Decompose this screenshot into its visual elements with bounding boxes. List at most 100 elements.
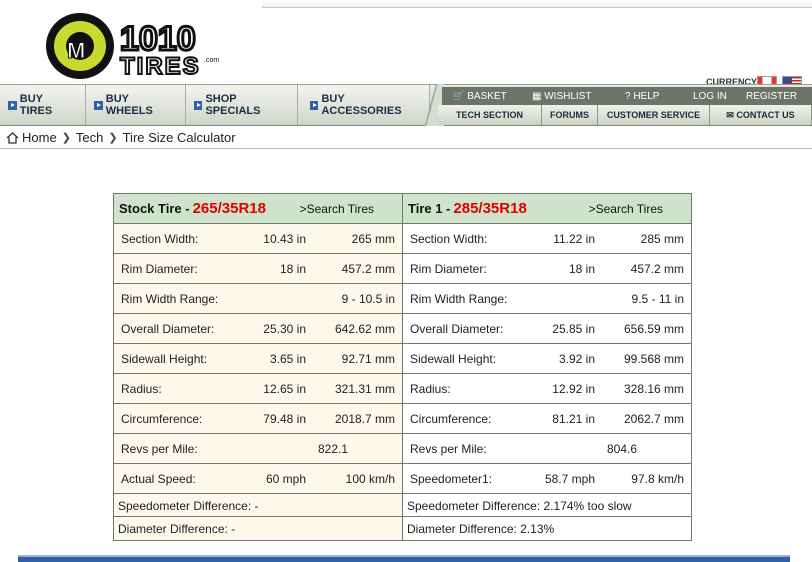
chevron-right-icon: ❯	[61, 132, 71, 144]
row-value-metric: 656.59 mm	[623, 322, 684, 336]
nav-main-buttons: BUY TIRES BUY WHEELS SHOP SPECIALS BUY A…	[0, 85, 430, 125]
table-row: Revs per Mile: 822.1	[114, 434, 402, 464]
row-label: Speedometer1:	[410, 472, 493, 486]
basket-label: BASKET	[467, 90, 507, 102]
row-label: Sidewall Height:	[410, 352, 497, 366]
row-value-metric: 265 mm	[351, 232, 395, 246]
row-value-imperial: 10.43 in	[263, 232, 306, 246]
buy-accessories-label: BUY ACCESSORIES	[321, 93, 402, 117]
home-icon[interactable]	[6, 131, 19, 144]
row-value: 804.6	[606, 442, 638, 456]
buy-tires-label: BUY TIRES	[19, 93, 53, 117]
row-label: Circumference:	[410, 412, 492, 426]
table-row: Speedometer Difference: 2.174% too slow	[403, 494, 691, 517]
tire1-column: Tire 1 - 285/35R18 >Search Tires Section…	[403, 194, 691, 540]
row-label: Overall Diameter:	[121, 322, 215, 336]
tech-section-button[interactable]: TECH SECTION	[438, 105, 542, 125]
row-value-imperial: 25.85 in	[552, 322, 595, 336]
table-row: Speedometer1: 58.7 mph 97.8 km/h	[403, 464, 691, 494]
wishlist-label: WISHLIST	[544, 90, 592, 102]
stock-tire-title: Stock Tire -	[119, 201, 190, 216]
register-link[interactable]: REGISTER	[746, 91, 797, 102]
arrow-icon	[194, 100, 203, 110]
login-link[interactable]: LOG IN	[693, 91, 727, 102]
buy-tires-button[interactable]: BUY TIRES	[0, 85, 86, 125]
breadcrumb-tech[interactable]: Tech	[76, 130, 103, 145]
mail-icon: ✉	[726, 109, 734, 120]
row-value-metric: 328.16 mm	[623, 382, 684, 396]
tire1-header: Tire 1 - 285/35R18 >Search Tires	[403, 194, 691, 224]
row-label: Radius:	[121, 382, 162, 396]
row-value-metric: 285 mm	[640, 232, 684, 246]
table-row: Radius: 12.65 in 321.31 mm	[114, 374, 402, 404]
row-value-imperial: 18 in	[279, 262, 306, 276]
row-value-metric: 97.8 km/h	[631, 472, 684, 486]
contact-us-label: CONTACT US	[736, 110, 795, 120]
basket-link[interactable]: 🛒 BASKET	[452, 91, 507, 102]
row-value-metric: 2018.7 mm	[334, 412, 395, 426]
row-label: Section Width:	[410, 232, 488, 246]
wishlist-link[interactable]: ▦ WISHLIST	[532, 91, 591, 102]
mx-tire-logo-icon[interactable]: M 1010 TIRES .com	[42, 6, 232, 82]
table-row: Rim Width Range: 9.5 - 11 in	[403, 284, 691, 314]
row-label: Rim Diameter:	[121, 262, 198, 276]
row-label: Sidewall Height:	[121, 352, 208, 366]
row-value-metric: 642.62 mm	[334, 322, 395, 336]
forums-button[interactable]: FORUMS	[542, 105, 598, 125]
row-value-imperial: 11.22 in	[553, 232, 595, 246]
help-link[interactable]: ? HELP	[625, 91, 659, 102]
stock-search-tires-link[interactable]: >Search Tires	[300, 202, 374, 216]
table-row: Overall Diameter: 25.85 in 656.59 mm	[403, 314, 691, 344]
row-value-metric: 457.2 mm	[341, 262, 395, 276]
table-row: Section Width: 11.22 in 285 mm	[403, 224, 691, 254]
logo-domain: .com	[204, 57, 219, 64]
speedometer-difference: Speedometer Difference: 2.174% too slow	[407, 499, 632, 513]
table-row: Actual Speed: 60 mph 100 km/h	[114, 464, 402, 494]
tire1-size: 285/35R18	[453, 200, 527, 217]
breadcrumb-current: Tire Size Calculator	[122, 130, 236, 145]
header-top-line	[262, 0, 812, 8]
table-row: Circumference: 79.48 in 2018.7 mm	[114, 404, 402, 434]
row-label: Circumference:	[121, 412, 203, 426]
row-value: 822.1	[317, 442, 349, 456]
breadcrumb-home[interactable]: Home	[22, 130, 57, 145]
basket-icon: 🛒	[452, 90, 465, 102]
row-value-metric: 92.71 mm	[341, 352, 395, 366]
buy-accessories-button[interactable]: BUY ACCESSORIES	[298, 85, 430, 125]
tire1-search-tires-link[interactable]: >Search Tires	[589, 202, 663, 216]
row-value-imperial: 25.30 in	[263, 322, 306, 336]
buy-wheels-button[interactable]: BUY WHEELS	[86, 85, 186, 125]
table-row: Diameter Difference: 2.13%	[403, 517, 691, 540]
row-value-metric: 99.568 mm	[623, 352, 684, 366]
row-value-imperial: 60 mph	[265, 472, 306, 486]
row-value-imperial: 12.65 in	[263, 382, 306, 396]
row-label: Rim Width Range:	[410, 292, 508, 306]
logo-subtext: TIRES	[120, 53, 201, 80]
row-label: Actual Speed:	[121, 472, 196, 486]
chevron-right-icon: ❯	[108, 132, 118, 144]
shop-specials-label: SHOP SPECIALS	[205, 93, 261, 117]
row-value: 9.5 - 11 in	[631, 292, 684, 306]
row-value-imperial: 58.7 mph	[544, 472, 595, 486]
table-row: Sidewall Height: 3.92 in 99.568 mm	[403, 344, 691, 374]
arrow-icon	[94, 100, 103, 110]
buy-wheels-label: BUY WHEELS	[105, 93, 153, 117]
contact-us-button[interactable]: ✉ CONTACT US	[710, 105, 812, 125]
table-row: Section Width: 10.43 in 265 mm	[114, 224, 402, 254]
row-label: Radius:	[410, 382, 451, 396]
diameter-difference: Diameter Difference: -	[118, 522, 236, 536]
row-value-metric: 321.31 mm	[334, 382, 395, 396]
row-label: Rim Diameter:	[410, 262, 487, 276]
table-row: Diameter Difference: -	[114, 517, 402, 540]
shop-specials-button[interactable]: SHOP SPECIALS	[186, 85, 298, 125]
tire1-title: Tire 1 -	[408, 201, 451, 216]
stock-tire-size: 265/35R18	[192, 200, 266, 217]
table-row: Sidewall Height: 3.65 in 92.71 mm	[114, 344, 402, 374]
table-row: Rim Width Range: 9 - 10.5 in	[114, 284, 402, 314]
stock-tire-column: Stock Tire - 265/35R18 >Search Tires Sec…	[114, 194, 403, 540]
table-row: Rim Diameter: 18 in 457.2 mm	[114, 254, 402, 284]
table-row: Circumference: 81.21 in 2062.7 mm	[403, 404, 691, 434]
customer-service-button[interactable]: CUSTOMER SERVICE	[598, 105, 710, 125]
row-value-imperial: 12.92 in	[552, 382, 595, 396]
table-row: Radius: 12.92 in 328.16 mm	[403, 374, 691, 404]
